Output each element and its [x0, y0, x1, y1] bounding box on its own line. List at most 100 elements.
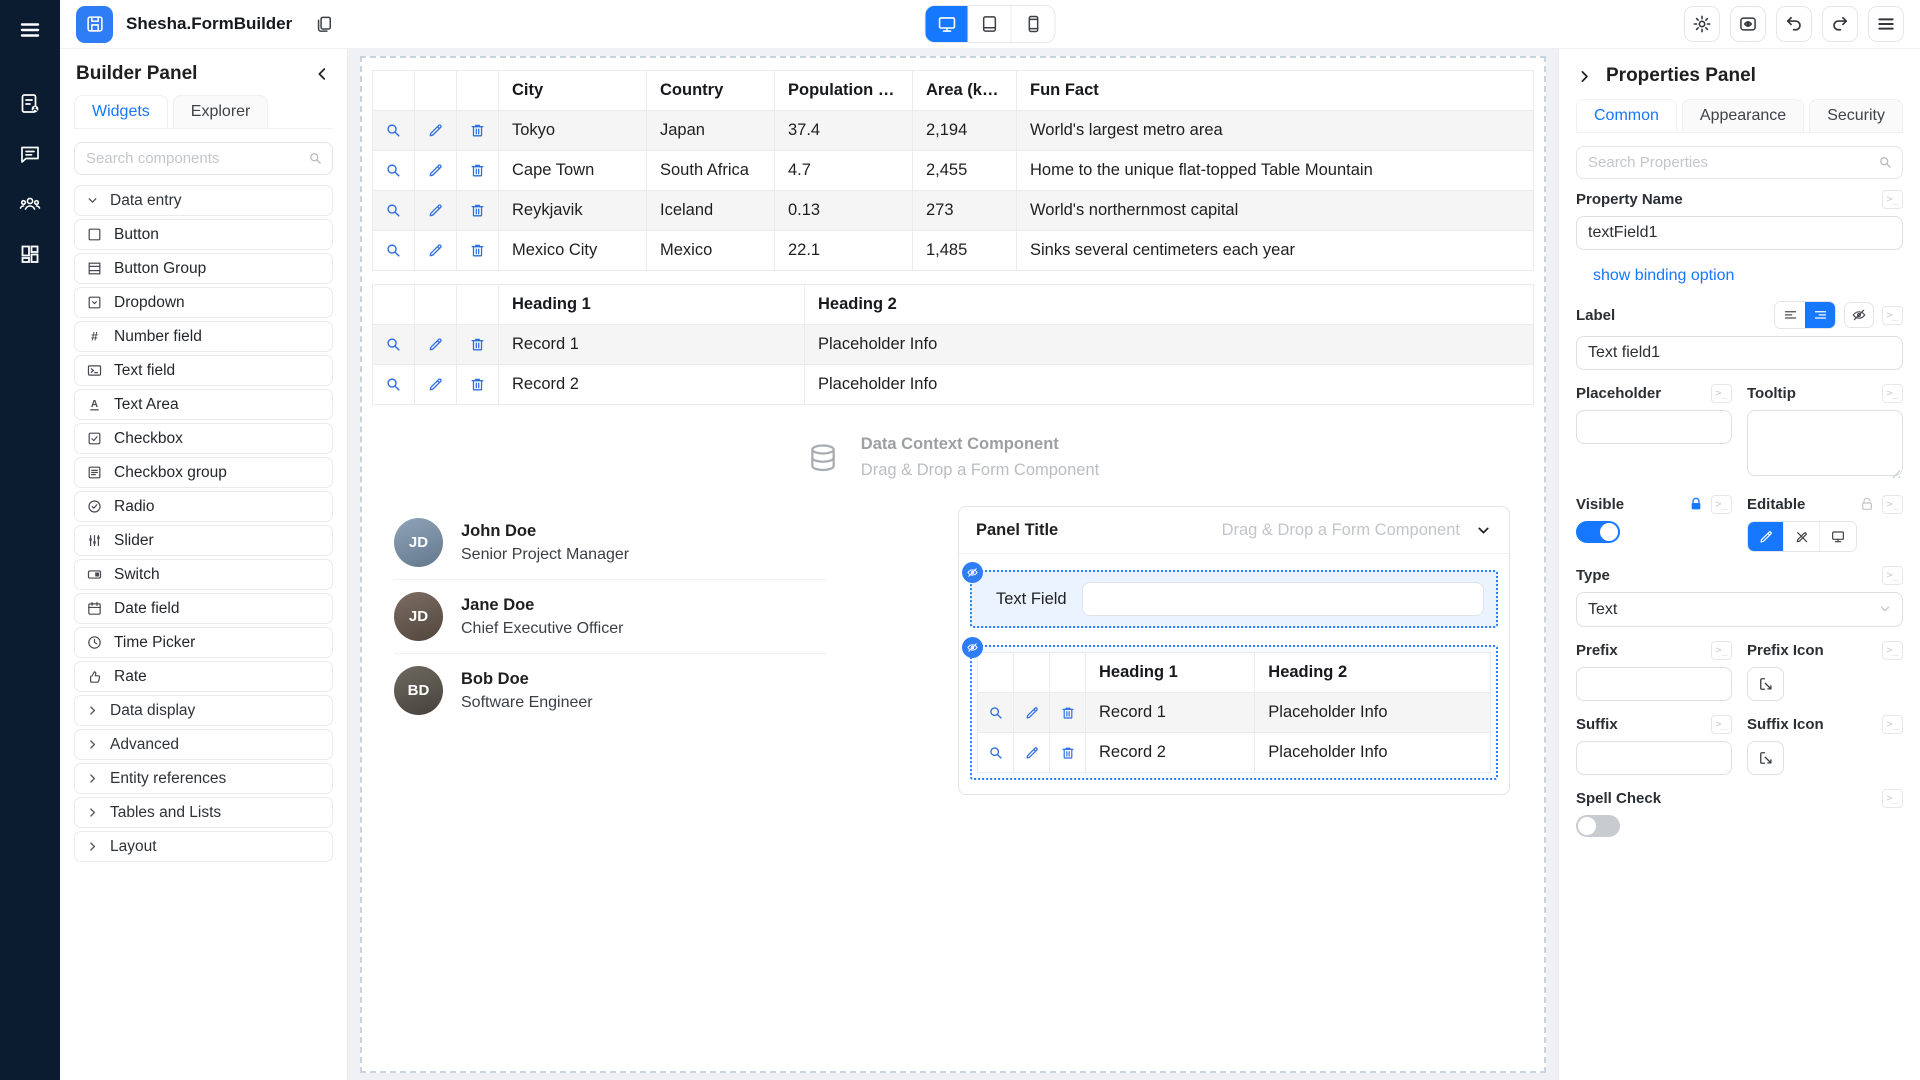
tablet-view-button[interactable]	[969, 6, 1012, 42]
row-view-button[interactable]	[373, 111, 415, 151]
row-edit-button[interactable]	[415, 111, 457, 151]
spell-check-toggle[interactable]	[1576, 815, 1620, 837]
hide-label-eye-slash-icon[interactable]	[1844, 302, 1874, 328]
widget-radio[interactable]: Radio	[74, 491, 333, 522]
row-delete-button[interactable]	[457, 325, 499, 365]
undo-button[interactable]	[1776, 6, 1812, 42]
placeholder-input[interactable]	[1576, 410, 1732, 444]
row-view-button[interactable]	[373, 231, 415, 271]
row-delete-button[interactable]	[457, 111, 499, 151]
row-view-button[interactable]	[373, 365, 415, 405]
collapse-builder-icon[interactable]	[313, 65, 331, 83]
code-editor-icon[interactable]	[1711, 384, 1732, 403]
section-advanced[interactable]: Advanced	[74, 729, 333, 760]
row-delete-button[interactable]	[457, 231, 499, 271]
row-edit-button[interactable]	[415, 191, 457, 231]
text-field-component[interactable]: Text Field	[970, 570, 1498, 628]
section-data-display[interactable]: Data display	[74, 695, 333, 726]
nested-table-component[interactable]: Heading 1 Heading 2 Record 1Placeholder …	[970, 645, 1498, 780]
align-left-icon[interactable]	[1775, 302, 1805, 328]
widget-number-field[interactable]: Number field	[74, 321, 333, 352]
widget-checkbox-group[interactable]: Checkbox group	[74, 457, 333, 488]
widget-text-area[interactable]: Text Area	[74, 389, 333, 420]
comments-icon[interactable]	[13, 137, 47, 171]
tooltip-input[interactable]	[1747, 410, 1903, 476]
panel-header[interactable]: Panel Title Drag & Drop a Form Component	[959, 507, 1509, 554]
section-tables-and-lists[interactable]: Tables and Lists	[74, 797, 333, 828]
section-layout[interactable]: Layout	[74, 831, 333, 862]
tab-common[interactable]: Common	[1576, 99, 1677, 132]
row-view-button[interactable]	[978, 693, 1014, 733]
row-view-button[interactable]	[373, 151, 415, 191]
unlock-icon[interactable]	[1859, 496, 1875, 512]
settings-button[interactable]	[1684, 6, 1720, 42]
row-edit-button[interactable]	[415, 151, 457, 191]
code-editor-icon[interactable]	[1882, 566, 1903, 585]
redo-button[interactable]	[1822, 6, 1858, 42]
editable-inherit-icon[interactable]	[1820, 522, 1856, 551]
suffix-icon-picker-button[interactable]	[1747, 741, 1784, 775]
section-data-entry[interactable]: Data entry	[74, 185, 333, 216]
row-delete-button[interactable]	[457, 191, 499, 231]
row-view-button[interactable]	[373, 325, 415, 365]
code-editor-icon[interactable]	[1882, 715, 1903, 734]
suffix-input[interactable]	[1576, 741, 1732, 775]
main-menu-icon[interactable]	[13, 13, 47, 47]
prefix-icon-picker-button[interactable]	[1747, 667, 1784, 701]
tab-explorer[interactable]: Explorer	[173, 95, 269, 128]
desktop-view-button[interactable]	[926, 6, 969, 42]
property-name-input[interactable]	[1576, 216, 1903, 250]
tab-security[interactable]: Security	[1809, 99, 1903, 132]
row-delete-button[interactable]	[1050, 733, 1086, 773]
row-edit-button[interactable]	[1014, 693, 1050, 733]
widget-rate[interactable]: Rate	[74, 661, 333, 692]
code-editor-icon[interactable]	[1711, 495, 1732, 514]
label-input[interactable]	[1576, 336, 1903, 370]
editable-edit-icon[interactable]	[1748, 522, 1784, 551]
code-editor-icon[interactable]	[1882, 190, 1903, 209]
copy-icon[interactable]	[314, 14, 334, 34]
row-view-button[interactable]	[373, 191, 415, 231]
widget-switch[interactable]: Switch	[74, 559, 333, 590]
show-binding-option-link[interactable]: show binding option	[1593, 267, 1734, 285]
row-delete-button[interactable]	[457, 151, 499, 191]
row-edit-button[interactable]	[415, 231, 457, 271]
code-editor-icon[interactable]	[1711, 715, 1732, 734]
mobile-view-button[interactable]	[1012, 6, 1055, 42]
code-editor-icon[interactable]	[1882, 789, 1903, 808]
widget-checkbox[interactable]: Checkbox	[74, 423, 333, 454]
row-delete-button[interactable]	[1050, 693, 1086, 733]
preview-button[interactable]	[1730, 6, 1766, 42]
search-properties-input[interactable]	[1576, 146, 1903, 179]
text-field-input[interactable]	[1082, 582, 1484, 616]
visible-toggle[interactable]	[1576, 521, 1620, 543]
prefix-input[interactable]	[1576, 667, 1732, 701]
widget-button[interactable]: Button	[74, 219, 333, 250]
form-canvas[interactable]: City Country Population (M) Area (km²) F…	[360, 56, 1546, 1073]
collapse-properties-icon[interactable]	[1576, 68, 1593, 85]
editable-readonly-icon[interactable]	[1784, 522, 1820, 551]
data-context-dropzone[interactable]: Data Context Component Drag & Drop a For…	[807, 435, 1099, 480]
code-editor-icon[interactable]	[1711, 641, 1732, 660]
row-edit-button[interactable]	[415, 325, 457, 365]
team-icon[interactable]	[13, 187, 47, 221]
widget-time-picker[interactable]: Time Picker	[74, 627, 333, 658]
row-delete-button[interactable]	[457, 365, 499, 405]
tab-widgets[interactable]: Widgets	[74, 95, 168, 128]
tab-appearance[interactable]: Appearance	[1682, 99, 1804, 132]
widget-dropdown[interactable]: Dropdown	[74, 287, 333, 318]
code-editor-icon[interactable]	[1882, 306, 1903, 325]
search-components-input[interactable]	[74, 142, 333, 175]
lock-icon[interactable]	[1688, 496, 1704, 512]
forms-icon[interactable]	[13, 87, 47, 121]
code-editor-icon[interactable]	[1882, 384, 1903, 403]
modules-icon[interactable]	[13, 237, 47, 271]
row-view-button[interactable]	[978, 733, 1014, 773]
row-edit-button[interactable]	[1014, 733, 1050, 773]
widget-slider[interactable]: Slider	[74, 525, 333, 556]
row-edit-button[interactable]	[415, 365, 457, 405]
code-editor-icon[interactable]	[1882, 641, 1903, 660]
widget-button-group[interactable]: Button Group	[74, 253, 333, 284]
type-select[interactable]: Text	[1576, 592, 1903, 627]
code-editor-icon[interactable]	[1882, 495, 1903, 514]
